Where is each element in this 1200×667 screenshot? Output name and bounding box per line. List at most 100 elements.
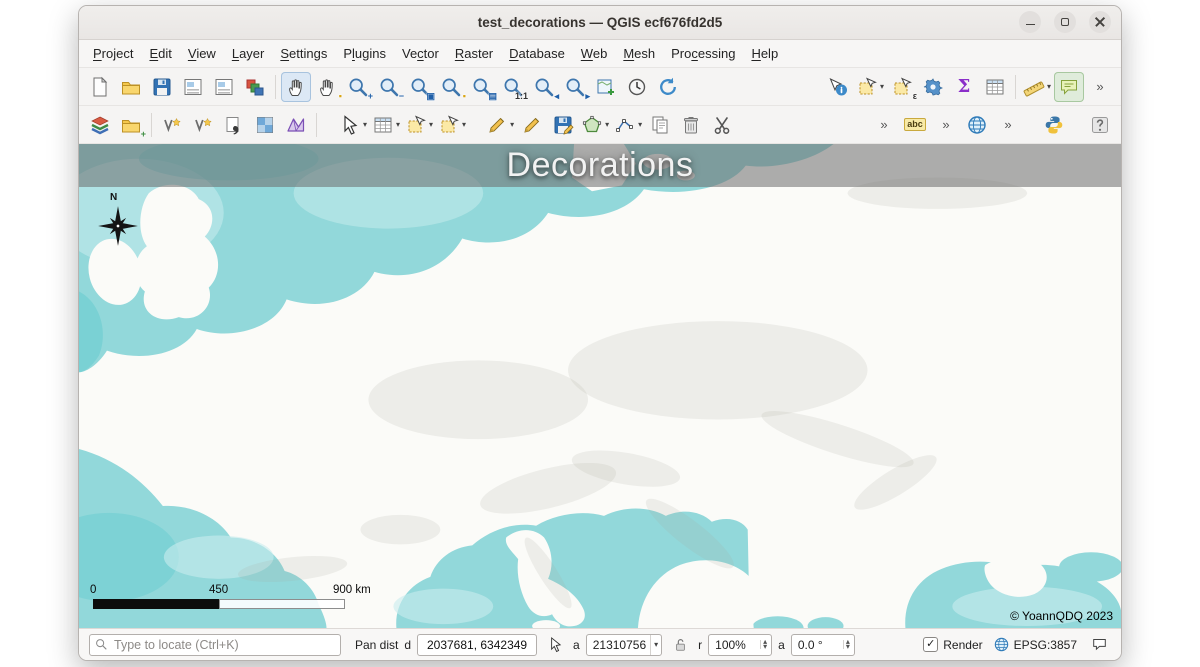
locator-box[interactable] bbox=[89, 634, 341, 656]
layers-icon bbox=[89, 114, 111, 136]
minimize-button[interactable] bbox=[1019, 11, 1041, 33]
current-edits[interactable]: ▾ bbox=[484, 110, 516, 140]
select-features-menu[interactable]: ▾ bbox=[337, 110, 369, 140]
refresh-icon bbox=[657, 76, 679, 98]
zoom-out[interactable]: − bbox=[374, 72, 404, 102]
overlay-glyph: ▤ bbox=[488, 92, 497, 101]
zoom-to-layer[interactable]: ▤ bbox=[467, 72, 497, 102]
digitizing-overflow[interactable]: » bbox=[869, 110, 899, 140]
close-button[interactable] bbox=[1089, 11, 1111, 33]
overlay-glyph: + bbox=[141, 130, 146, 139]
menu-processing[interactable]: Processing bbox=[663, 43, 743, 64]
clock-icon bbox=[626, 76, 648, 98]
menu-mesh[interactable]: Mesh bbox=[615, 43, 663, 64]
select-by-expression[interactable]: ε bbox=[887, 72, 917, 102]
select-features[interactable]: ▾ bbox=[854, 72, 886, 102]
add-polygon-feature[interactable]: ▾ bbox=[579, 110, 611, 140]
menu-project[interactable]: Project bbox=[85, 43, 141, 64]
temporal-controller[interactable] bbox=[622, 72, 652, 102]
metasearch[interactable] bbox=[962, 110, 992, 140]
spinner-arrows[interactable]: ▴ ▾ bbox=[843, 640, 852, 650]
menu-help[interactable]: Help bbox=[743, 43, 786, 64]
menu-settings[interactable]: Settings bbox=[272, 43, 335, 64]
open-attribute-table[interactable] bbox=[980, 72, 1010, 102]
menu-view[interactable]: View bbox=[180, 43, 224, 64]
new-project[interactable] bbox=[85, 72, 115, 102]
raster-calculator[interactable] bbox=[250, 110, 280, 140]
overlay-glyph: ε bbox=[913, 92, 917, 101]
modify-attributes[interactable] bbox=[645, 110, 675, 140]
processing-toolbox[interactable] bbox=[918, 72, 948, 102]
zoom-last[interactable]: ◂ bbox=[529, 72, 559, 102]
scale-value: 21310756 bbox=[593, 638, 646, 652]
maximize-button[interactable] bbox=[1054, 11, 1076, 33]
select-icon bbox=[856, 76, 878, 98]
title-bar[interactable]: test_decorations — QGIS ecf676fd2d5 bbox=[79, 6, 1121, 40]
style-manager[interactable] bbox=[240, 72, 270, 102]
menu-database[interactable]: Database bbox=[501, 43, 573, 64]
plugins-overflow[interactable]: » bbox=[993, 110, 1023, 140]
zoom-to-selection[interactable]: ▪ bbox=[436, 72, 466, 102]
menu-web[interactable]: Web bbox=[573, 43, 616, 64]
zoom-in[interactable]: + bbox=[343, 72, 373, 102]
rotation-spinbox[interactable]: 0.0 ° ▴ ▾ bbox=[791, 634, 855, 656]
map-canvas[interactable]: Decorations N 0 450 900 km © YoannQDQ 20… bbox=[79, 144, 1121, 628]
spin-down-icon[interactable]: ▾ bbox=[846, 645, 850, 650]
new-shapefile-layer[interactable] bbox=[157, 110, 187, 140]
coordinate-input[interactable] bbox=[417, 634, 537, 656]
map-tips[interactable] bbox=[1054, 72, 1084, 102]
deselect-features[interactable]: ▾ bbox=[436, 110, 468, 140]
toolbar-overflow[interactable]: » bbox=[1085, 72, 1115, 102]
open-project[interactable] bbox=[116, 72, 146, 102]
toggle-editing[interactable] bbox=[517, 110, 547, 140]
new-print-layout[interactable] bbox=[178, 72, 208, 102]
scale-combo[interactable]: 21310756 ▾ bbox=[586, 634, 662, 656]
mesh-calculator[interactable] bbox=[281, 110, 311, 140]
identify-features[interactable] bbox=[823, 72, 853, 102]
data-source-manager[interactable] bbox=[85, 110, 115, 140]
filter-features[interactable]: ▾ bbox=[370, 110, 402, 140]
menu-vector[interactable]: Vector bbox=[394, 43, 447, 64]
add-layer-menu[interactable]: + bbox=[116, 110, 146, 140]
spinner-arrows[interactable]: ▴ ▾ bbox=[760, 640, 769, 650]
refresh-map[interactable] bbox=[653, 72, 683, 102]
new-geopackage-layer[interactable] bbox=[188, 110, 218, 140]
label-overflow[interactable]: » bbox=[931, 110, 961, 140]
python-console[interactable] bbox=[1039, 110, 1069, 140]
chevron-down-icon: ▾ bbox=[605, 120, 609, 129]
new-map-view[interactable] bbox=[591, 72, 621, 102]
cut-features[interactable] bbox=[707, 110, 737, 140]
menu-edit[interactable]: Edit bbox=[141, 43, 179, 64]
pan-to-selection[interactable]: ▪ bbox=[312, 72, 342, 102]
show-layout-manager[interactable] bbox=[209, 72, 239, 102]
add-delimited-text-layer[interactable] bbox=[219, 110, 249, 140]
zoom-native[interactable]: 1:1 bbox=[498, 72, 528, 102]
pan-map[interactable] bbox=[281, 72, 311, 102]
menu-layer[interactable]: Layer bbox=[224, 43, 273, 64]
floppy-icon bbox=[151, 76, 173, 98]
menu-plugins[interactable]: Plugins bbox=[335, 43, 394, 64]
save-layer-edits[interactable] bbox=[548, 110, 578, 140]
magnifier-spinbox[interactable]: 100% ▴ ▾ bbox=[708, 634, 772, 656]
locator-input[interactable] bbox=[112, 637, 336, 653]
zoom-full-extent[interactable]: ▣ bbox=[405, 72, 435, 102]
measure-line[interactable]: ▾ bbox=[1021, 72, 1053, 102]
vertex-tool[interactable]: ▾ bbox=[612, 110, 644, 140]
crs-button[interactable]: EPSG:3857 bbox=[989, 636, 1081, 653]
delete-selected[interactable] bbox=[676, 110, 706, 140]
checkbox-box[interactable]: ✓ bbox=[923, 637, 938, 652]
render-checkbox[interactable]: ✓ Render bbox=[923, 637, 982, 652]
statistics-panel[interactable]: Σ bbox=[949, 72, 979, 102]
north-arrow: N bbox=[95, 192, 149, 254]
messages-button[interactable] bbox=[1087, 633, 1111, 657]
scale-bar: 0 450 900 km bbox=[93, 584, 373, 612]
save-project[interactable] bbox=[147, 72, 177, 102]
help-contents[interactable] bbox=[1085, 110, 1115, 140]
label-toolbar[interactable]: abc bbox=[900, 110, 930, 140]
extent-pointer-button[interactable] bbox=[543, 633, 567, 657]
menu-raster[interactable]: Raster bbox=[447, 43, 501, 64]
spin-down-icon[interactable]: ▾ bbox=[763, 645, 767, 650]
select-by-value[interactable]: ▾ bbox=[403, 110, 435, 140]
lock-scale-button[interactable] bbox=[668, 633, 692, 657]
zoom-next[interactable]: ▸ bbox=[560, 72, 590, 102]
